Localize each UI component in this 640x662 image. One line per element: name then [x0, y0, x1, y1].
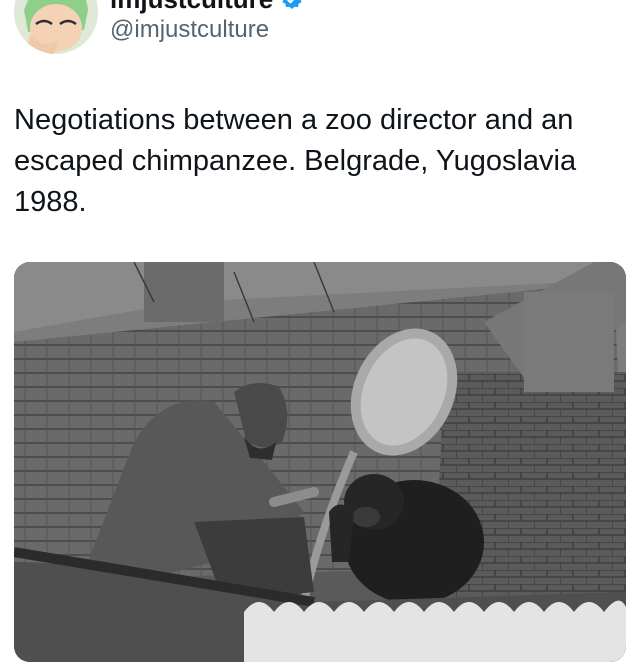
tweet-photo[interactable]	[14, 262, 626, 662]
tweet-text-line: 1988.	[14, 186, 87, 218]
avatar[interactable]	[14, 0, 98, 54]
display-name-text: imjustculture	[110, 0, 273, 12]
tweet-text: Negotiations between a zoo director and …	[14, 100, 626, 223]
avatar-image	[14, 0, 98, 54]
verified-badge-icon	[281, 0, 303, 10]
tweet-text-line: Negotiations between a zoo director and …	[14, 104, 574, 136]
tweet-text-line: escaped chimpanzee. Belgrade, Yugoslavia	[14, 145, 577, 177]
photo-image	[14, 262, 626, 662]
display-name[interactable]: imjustculture	[110, 0, 303, 12]
user-handle[interactable]: @imjustculture	[110, 16, 269, 44]
